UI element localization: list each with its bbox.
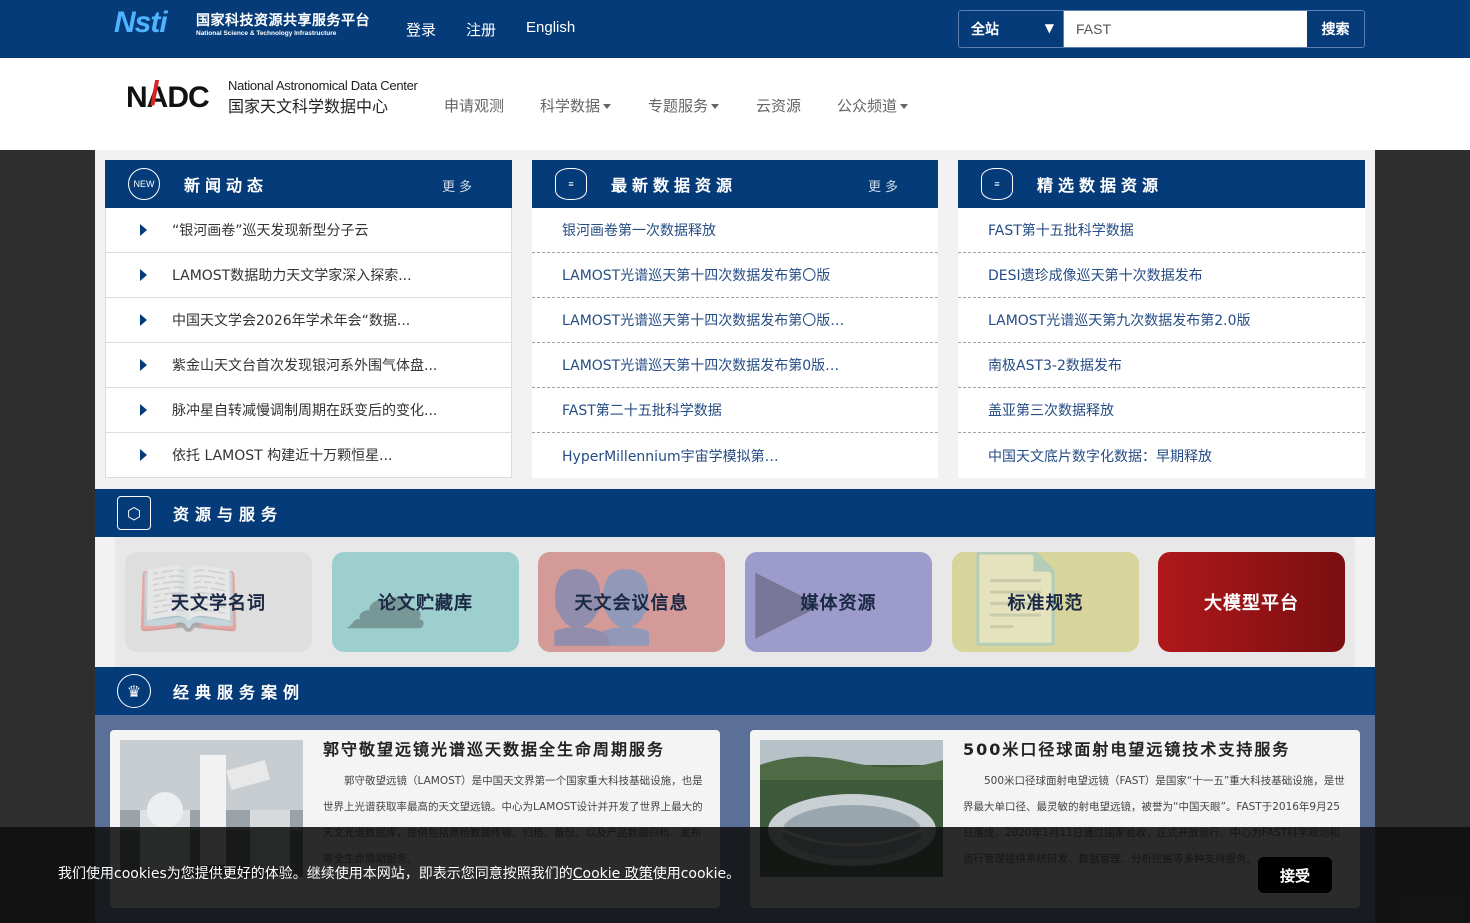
- tile-astronomy-terms[interactable]: 📖 天文学名词: [125, 552, 312, 652]
- featured-data-panel-header: ≡ 精选数据资源: [958, 160, 1365, 208]
- news-panel: NEW 新闻动态 更多 “银河画卷”巡天发现新型分子云 LAMOST数据助力天文…: [105, 160, 512, 478]
- latest-data-more-link[interactable]: 更多: [868, 176, 902, 195]
- triangle-right-icon: [140, 314, 147, 326]
- cookie-accept-button[interactable]: 接受: [1258, 857, 1332, 893]
- news-panel-header: NEW 新闻动态 更多: [105, 160, 512, 208]
- nsti-logo-subtitle: National Science & Technology Infrastruc…: [196, 29, 337, 37]
- latest-data-item[interactable]: 银河画卷第一次数据释放: [532, 208, 938, 253]
- news-item[interactable]: “银河画卷”巡天发现新型分子云: [106, 208, 511, 253]
- tile-media-resources[interactable]: ▶ 媒体资源: [745, 552, 932, 652]
- featured-data-item[interactable]: DESI遗珍成像巡天第十次数据发布: [958, 253, 1365, 298]
- resources-section-header: ⬡ 资源与服务: [95, 489, 1375, 537]
- cases-section-header: ♛ 经典服务案例: [95, 667, 1375, 715]
- cookie-policy-link[interactable]: Cookie 政策: [573, 866, 653, 882]
- star-icon: /: [150, 74, 160, 113]
- english-link[interactable]: English: [526, 19, 575, 36]
- new-badge-icon: NEW: [128, 168, 160, 200]
- latest-data-panel-header: ≡ 最新数据资源 更多: [532, 160, 938, 208]
- featured-data-panel-title: 精选数据资源: [1037, 176, 1164, 195]
- register-link[interactable]: 注册: [466, 19, 496, 40]
- nadc-logo-mark: NADC /: [126, 74, 210, 114]
- tile-paper-repository[interactable]: ☁ 论文贮藏库: [332, 552, 519, 652]
- caret-down-icon: [900, 104, 909, 109]
- search-input[interactable]: [1064, 11, 1307, 47]
- main-content: NEW 新闻动态 更多 “银河画卷”巡天发现新型分子云 LAMOST数据助力天文…: [95, 150, 1375, 923]
- latest-data-item[interactable]: LAMOST光谱巡天第十四次数据发布第〇版: [532, 253, 938, 298]
- latest-data-item[interactable]: LAMOST光谱巡天第十四次数据发布第〇版…: [532, 298, 938, 343]
- tile-conference-info[interactable]: 👥 天文会议信息: [538, 552, 725, 652]
- news-list: “银河画卷”巡天发现新型分子云 LAMOST数据助力天文学家深入探索... 中国…: [105, 208, 512, 478]
- nav-science-data[interactable]: 科学数据: [540, 95, 612, 116]
- search-scope-select[interactable]: 全站 ▼: [959, 11, 1064, 47]
- tile-standards[interactable]: 📄 标准规范: [952, 552, 1139, 652]
- news-item[interactable]: 紫金山天文台首次发现银河系外围气体盘...: [106, 343, 511, 388]
- nav-cloud-resources[interactable]: 云资源: [756, 95, 801, 116]
- tile-llm-platform[interactable]: 大模型平台: [1158, 552, 1345, 652]
- latest-data-panel: ≡ 最新数据资源 更多 银河画卷第一次数据释放 LAMOST光谱巡天第十四次数据…: [532, 160, 938, 478]
- latest-data-item[interactable]: FAST第二十五批科学数据: [532, 388, 938, 433]
- nsti-logo[interactable]: Nsti 国家科技资源共享服务平台 National Science & Tec…: [114, 6, 374, 40]
- featured-data-item[interactable]: FAST第十五批科学数据: [958, 208, 1365, 253]
- news-more-link[interactable]: 更多: [442, 176, 476, 195]
- news-item[interactable]: 依托 LAMOST 构建近十万颗恒星...: [106, 433, 511, 477]
- top-bar: Nsti 国家科技资源共享服务平台 National Science & Tec…: [0, 0, 1470, 58]
- news-item[interactable]: 中国天文学会2026年学术年会“数据...: [106, 298, 511, 343]
- latest-data-list: 银河画卷第一次数据释放 LAMOST光谱巡天第十四次数据发布第〇版 LAMOST…: [532, 208, 938, 478]
- triangle-right-icon: [140, 269, 147, 281]
- triangle-right-icon: [140, 404, 147, 416]
- featured-data-item[interactable]: 中国天文底片数字化数据：早期释放: [958, 433, 1365, 478]
- search-box: 全站 ▼ 搜索: [958, 10, 1365, 48]
- database-icon: ≡: [981, 168, 1013, 200]
- nsti-logo-mark: Nsti: [114, 6, 168, 39]
- nav-apply-observation[interactable]: 申请观测: [444, 95, 504, 116]
- cookie-message: 我们使用cookies为您提供更好的体验。继续使用本网站，即表示您同意按照我们的…: [58, 866, 741, 882]
- caret-down-icon: [603, 104, 612, 109]
- featured-data-item[interactable]: 盖亚第三次数据释放: [958, 388, 1365, 433]
- cases-section-title: 经典服务案例: [173, 683, 306, 702]
- login-link[interactable]: 登录: [406, 19, 436, 40]
- search-scope-value: 全站: [971, 22, 999, 38]
- search-button[interactable]: 搜索: [1307, 11, 1364, 47]
- latest-data-item[interactable]: LAMOST光谱巡天第十四次数据发布第0版…: [532, 343, 938, 388]
- case-title: 郭守敬望远镜光谱巡天数据全生命周期服务: [323, 740, 666, 759]
- nsti-logo-title: 国家科技资源共享服务平台: [196, 12, 370, 29]
- triangle-right-icon: [140, 224, 147, 236]
- caret-down-icon: ▼: [1044, 21, 1054, 35]
- caret-down-icon: [711, 104, 720, 109]
- news-panel-title: 新闻动态: [184, 176, 269, 195]
- crown-icon: ♛: [117, 674, 151, 708]
- nadc-logo[interactable]: NADC / National Astronomical Data Center…: [126, 74, 418, 117]
- nadc-logo-cn: 国家天文科学数据中心: [228, 97, 389, 116]
- resource-tiles: 📖 天文学名词 ☁ 论文贮藏库 👥 天文会议信息 ▶ 媒体资源 📄 标准规范 大…: [115, 537, 1355, 667]
- news-item[interactable]: LAMOST数据助力天文学家深入探索...: [106, 253, 511, 298]
- featured-data-list: FAST第十五批科学数据 DESI遗珍成像巡天第十次数据发布 LAMOST光谱巡…: [958, 208, 1365, 478]
- featured-data-item[interactable]: 南极AST3-2数据发布: [958, 343, 1365, 388]
- database-icon: ≡: [555, 168, 587, 200]
- resources-section-title: 资源与服务: [173, 505, 284, 524]
- latest-data-item[interactable]: HyperMillennium宇宙学模拟第…: [532, 433, 938, 478]
- site-header: NADC / National Astronomical Data Center…: [0, 58, 1470, 150]
- nadc-logo-en: National Astronomical Data Center: [228, 78, 418, 93]
- nav-topic-services[interactable]: 专题服务: [648, 95, 720, 116]
- triangle-right-icon: [140, 359, 147, 371]
- news-item[interactable]: 脉冲星自转减慢调制周期在跃变后的变化...: [106, 388, 511, 433]
- cookie-banner: 我们使用cookies为您提供更好的体验。继续使用本网站，即表示您同意按照我们的…: [0, 827, 1470, 923]
- cube-icon: ⬡: [117, 496, 151, 530]
- featured-data-item[interactable]: LAMOST光谱巡天第九次数据发布第2.0版: [958, 298, 1365, 343]
- case-title: 500米口径球面射电望远镜技术支持服务: [963, 740, 1291, 759]
- latest-data-panel-title: 最新数据资源: [611, 176, 738, 195]
- triangle-right-icon: [140, 449, 147, 461]
- nav-public-channel[interactable]: 公众频道: [837, 95, 909, 116]
- featured-data-panel: ≡ 精选数据资源 FAST第十五批科学数据 DESI遗珍成像巡天第十次数据发布 …: [958, 160, 1365, 478]
